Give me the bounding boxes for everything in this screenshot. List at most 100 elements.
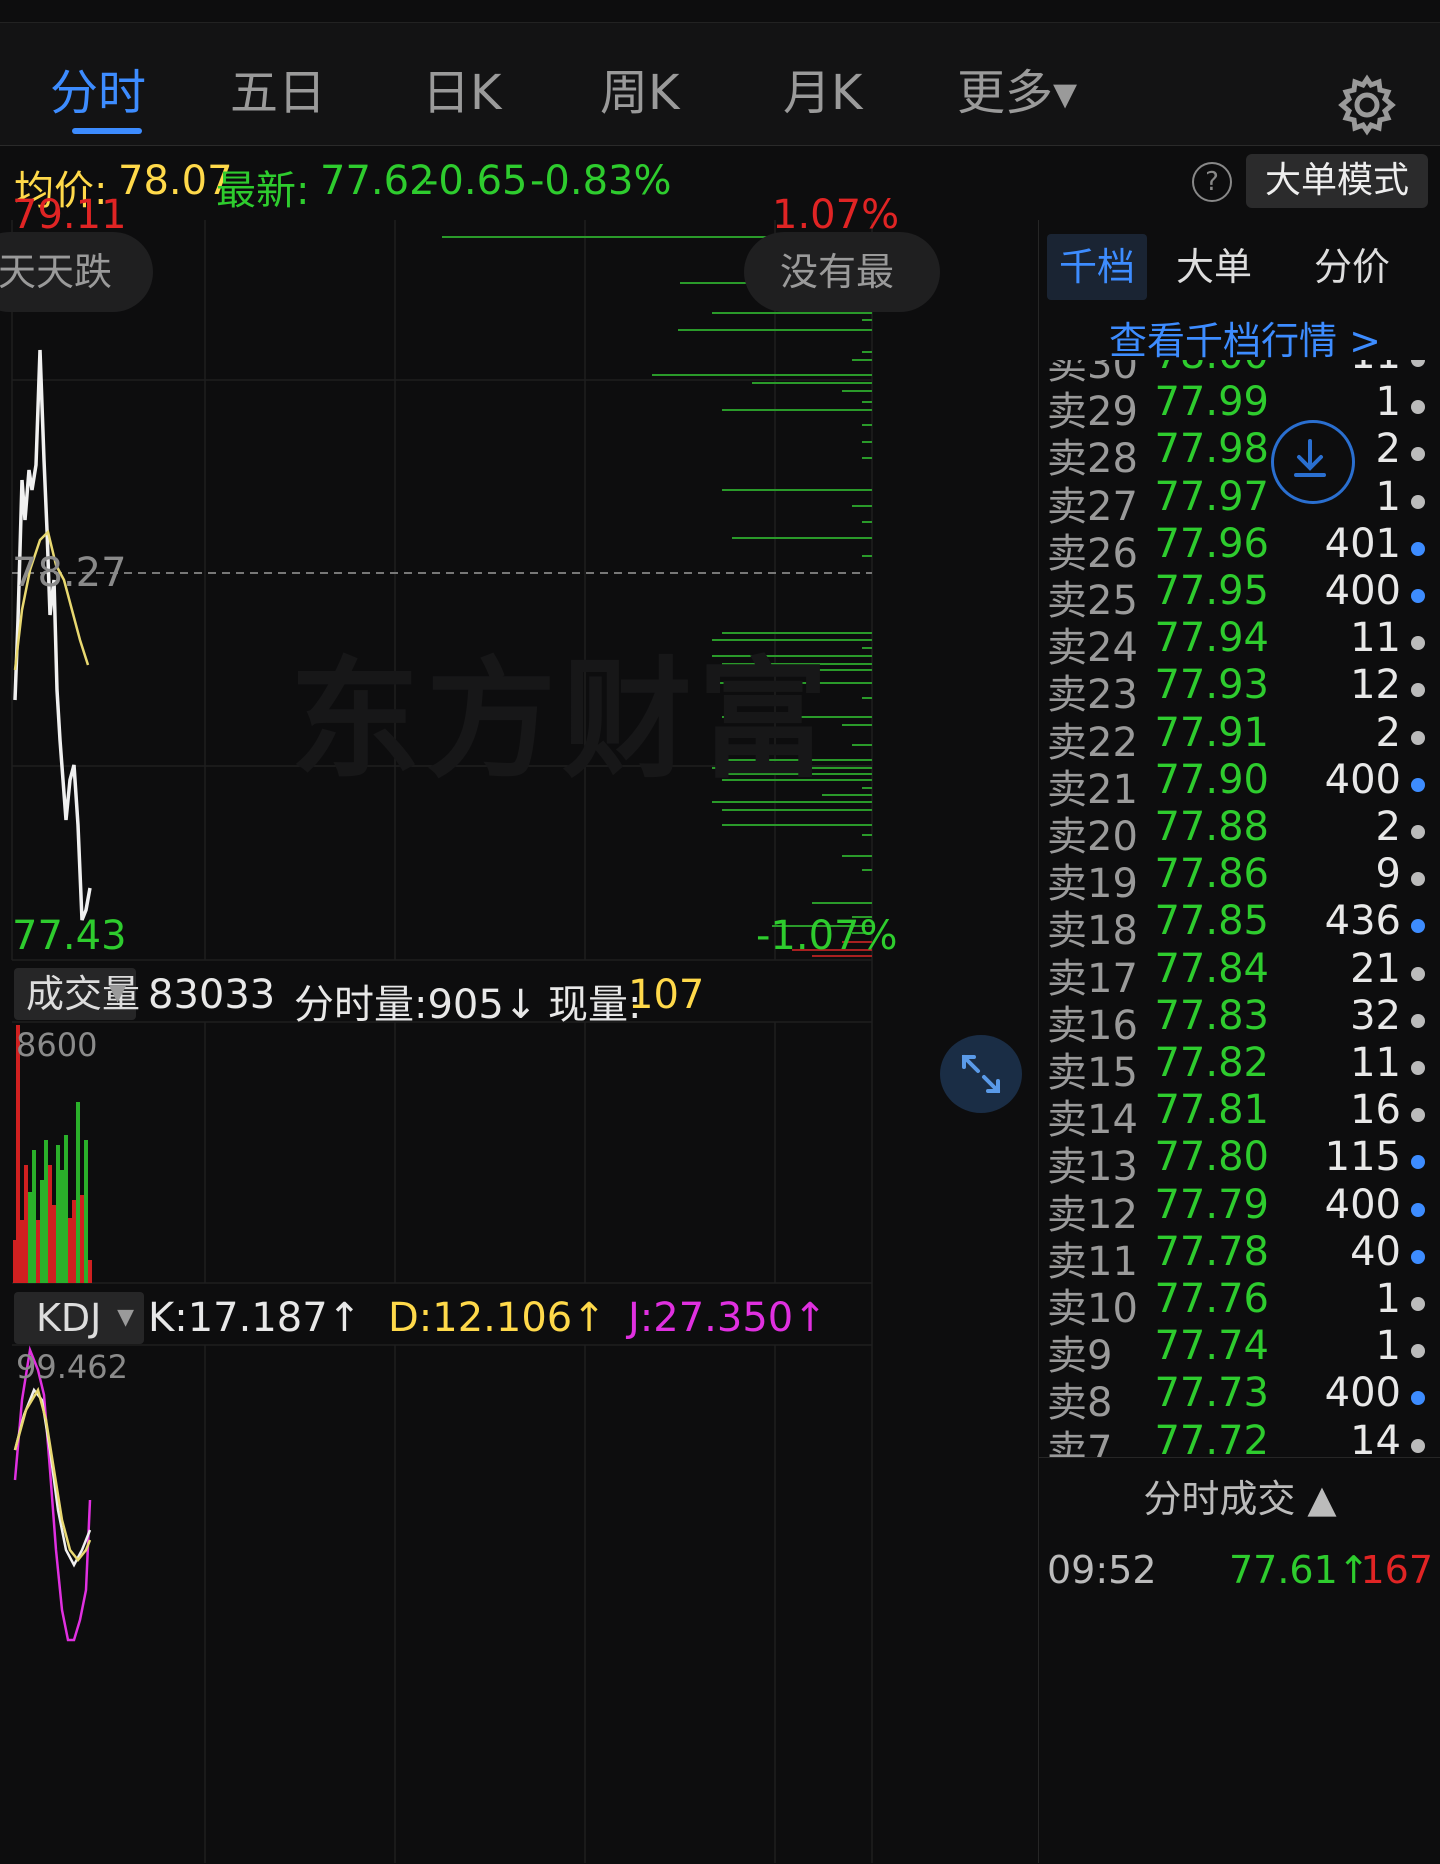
- tab-more[interactable]: 更多▾: [957, 53, 1077, 123]
- indicator-selector[interactable]: KDJ ▼: [14, 1292, 144, 1344]
- trade-time: 09:52: [1047, 1548, 1157, 1592]
- order-dot-icon: [1411, 400, 1425, 415]
- order-price: 77.93: [1154, 662, 1269, 709]
- order-book-panel: 千档 大单 分价 查看千档行情 > 卖3078.0011卖2977.991卖28…: [1038, 220, 1440, 1864]
- tab-big-orders[interactable]: 大单: [1159, 234, 1269, 300]
- chart-canvas[interactable]: [0, 220, 1038, 1863]
- order-dot-icon: [1411, 1344, 1425, 1359]
- order-dot-icon: [1411, 1013, 1425, 1028]
- trade-ticker: 分时成交 ▲ 09:52 77.61↑ 167: [1039, 1457, 1440, 1864]
- order-price: 77.76: [1154, 1276, 1269, 1322]
- order-price: 77.74: [1154, 1323, 1269, 1370]
- expand-icon[interactable]: [940, 1035, 1022, 1113]
- order-book-rows: 卖3078.0011卖2977.991卖2877.982卖2777.971卖26…: [1039, 360, 1440, 1457]
- tab-monthly-k[interactable]: 月K: [783, 53, 862, 123]
- order-price: 77.84: [1154, 945, 1269, 992]
- tag-pill-left-label: 天天跌: [0, 250, 113, 294]
- order-dot-icon: [1411, 494, 1425, 509]
- order-dot-icon: [1411, 872, 1425, 887]
- order-volume: 12: [1350, 662, 1401, 709]
- order-dot-icon: [1411, 683, 1425, 698]
- order-volume: 115: [1324, 1134, 1401, 1181]
- tab-intraday[interactable]: 分时: [50, 53, 146, 123]
- kdj-k-value: K:17.187↑: [148, 1295, 362, 1341]
- tab-depth[interactable]: 千档: [1047, 234, 1147, 300]
- order-price: 77.97: [1154, 473, 1269, 520]
- order-price: 77.91: [1154, 709, 1269, 756]
- order-dot-icon: [1411, 589, 1425, 603]
- order-dot-icon: [1411, 447, 1425, 462]
- chart-area: 东方财富 79.11 1.07% 78.27 77.43 -1.07% 天天跌 …: [0, 192, 1038, 1863]
- download-icon[interactable]: [1271, 420, 1355, 504]
- latest-price-value: 77.62: [320, 158, 435, 204]
- order-price: 77.78: [1154, 1228, 1269, 1275]
- order-dot-icon: [1411, 1108, 1425, 1123]
- order-volume: 11: [1350, 1040, 1401, 1086]
- tag-pill-right[interactable]: 没有最: [744, 232, 940, 312]
- active-tab-indicator: [72, 128, 142, 134]
- tab-five-day[interactable]: 五日: [230, 53, 326, 123]
- dropdown-arrow-icon: ▼: [109, 981, 126, 1006]
- help-icon[interactable]: ?: [1192, 162, 1232, 202]
- order-book-row[interactable]: 卖7 77.72 14: [1039, 1418, 1440, 1457]
- order-volume: 401: [1324, 520, 1401, 567]
- order-volume: 32: [1350, 992, 1401, 1039]
- kdj-j-value: J:27.350↑: [628, 1295, 827, 1341]
- order-price: 77.99: [1154, 379, 1269, 426]
- big-order-mode-button[interactable]: 大单模式: [1246, 154, 1428, 208]
- order-price: 77.80: [1154, 1134, 1269, 1181]
- order-dot-icon: [1411, 1155, 1425, 1170]
- quote-info-bar: 均价: 78.07 最新: 77.62 -0.65 -0.83% ? 大单模式: [0, 146, 1440, 218]
- order-volume: 11: [1350, 360, 1401, 378]
- order-price: 78.00: [1149, 360, 1269, 378]
- order-volume: 400: [1324, 1370, 1401, 1417]
- price-change-pct: -0.83%: [530, 158, 672, 204]
- order-price: 77.86: [1154, 851, 1269, 898]
- order-dot-icon: [1411, 966, 1425, 981]
- order-volume: 1: [1375, 1276, 1401, 1322]
- order-price: 77.83: [1154, 992, 1269, 1039]
- order-volume: 11: [1350, 615, 1401, 662]
- order-volume: 2: [1375, 709, 1401, 756]
- gear-icon[interactable]: [1335, 73, 1399, 137]
- order-price: 77.90: [1154, 756, 1269, 803]
- order-dot-icon: [1411, 1249, 1425, 1264]
- tab-daily-k[interactable]: 日K: [422, 53, 501, 123]
- order-volume: 1: [1375, 1323, 1401, 1370]
- low-pct-label: -1.07%: [756, 913, 898, 959]
- order-volume: 436: [1324, 898, 1401, 945]
- period-tab-bar: 分时 五日 日K 周K 月K 更多▾: [0, 23, 1440, 146]
- order-dot-icon: [1411, 777, 1425, 792]
- volume-total: 83033: [148, 972, 276, 1018]
- order-dot-icon: [1411, 1438, 1425, 1453]
- tab-price-distribution[interactable]: 分价: [1267, 234, 1437, 300]
- kdj-d-value: D:12.106↑: [388, 1295, 606, 1341]
- trade-price: 77.61↑: [1229, 1548, 1370, 1592]
- kdj-axis-max: 99.462: [16, 1348, 128, 1386]
- order-price: 77.73: [1154, 1370, 1269, 1417]
- order-dot-icon: [1411, 360, 1425, 367]
- order-volume: 400: [1324, 1181, 1401, 1228]
- order-price: 77.79: [1154, 1181, 1269, 1228]
- order-volume: 400: [1324, 568, 1401, 614]
- order-price: 77.96: [1154, 520, 1269, 567]
- tab-weekly-k[interactable]: 周K: [600, 53, 679, 123]
- order-volume: 1: [1375, 379, 1401, 426]
- watermark: 东方财富: [290, 644, 835, 796]
- order-volume: 21: [1350, 945, 1401, 992]
- order-volume: 1: [1375, 473, 1401, 520]
- order-level-label: 卖7: [1047, 1427, 1113, 1457]
- low-price-label: 77.43: [12, 913, 127, 959]
- order-dot-icon: [1411, 1391, 1425, 1406]
- order-volume: 2: [1375, 804, 1401, 850]
- order-price: 77.98: [1154, 426, 1269, 473]
- volume-axis-max: 8600: [16, 1026, 98, 1064]
- volume-selector[interactable]: 成交量 ▼: [14, 968, 140, 1020]
- order-price: 77.81: [1154, 1087, 1269, 1134]
- order-price: 77.88: [1154, 804, 1269, 850]
- order-dot-icon: [1411, 636, 1425, 651]
- tag-pill-left[interactable]: 天天跌: [0, 232, 153, 312]
- view-depth-link[interactable]: 查看千档行情 >: [1109, 310, 1381, 365]
- trade-ticker-title[interactable]: 分时成交 ▲: [1039, 1468, 1440, 1523]
- period-volume: 分时量:905↓: [294, 982, 538, 1028]
